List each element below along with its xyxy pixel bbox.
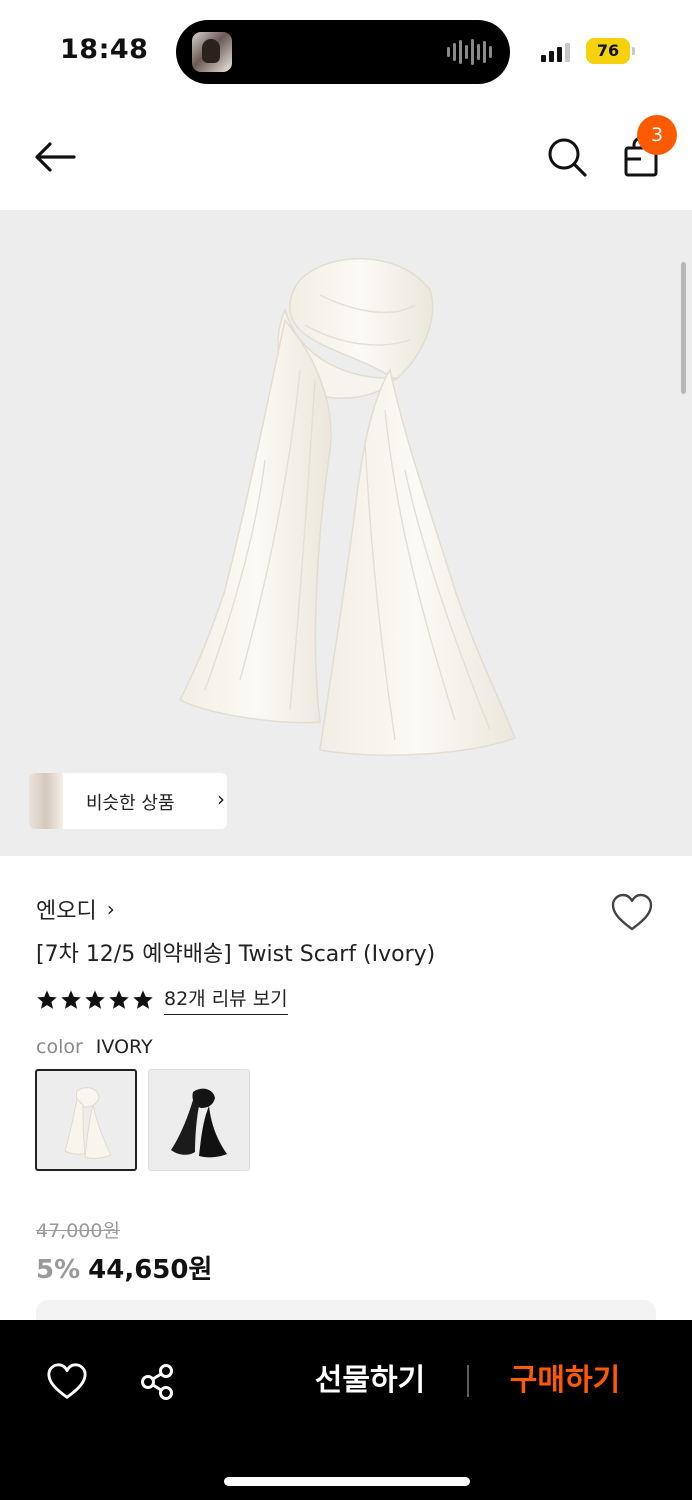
price-row: 5% 44,650원 (36, 1249, 212, 1286)
now-playing-avatar (192, 32, 232, 72)
search-icon (548, 138, 587, 177)
rating-row: 82개 리뷰 보기 (36, 984, 288, 1015)
cellular-signal-icon (541, 40, 570, 62)
share-button[interactable] (137, 1361, 179, 1403)
star-icon (109, 989, 129, 1009)
sale-price: 44,650원 (88, 1255, 213, 1285)
star-icon (61, 989, 81, 1009)
chevron-right-icon: › (106, 897, 115, 921)
status-bar: 18:48 76 (0, 0, 692, 104)
star-icon (133, 989, 153, 1009)
battery-indicator: 76 (586, 38, 635, 64)
rating-stars (36, 989, 154, 1011)
similar-products-button[interactable]: 비슷한 상품 › (29, 773, 227, 829)
color-selection-row: color IVORY (36, 1036, 153, 1058)
gift-button[interactable]: 선물하기 (300, 1350, 440, 1412)
star-icon (85, 989, 105, 1009)
bottom-wishlist-button[interactable] (46, 1362, 88, 1402)
share-icon (141, 1364, 173, 1400)
reviews-link[interactable]: 82개 리뷰 보기 (164, 984, 288, 1015)
selected-color-value: IVORY (95, 1036, 153, 1058)
back-button[interactable] (28, 134, 84, 180)
buy-button[interactable]: 구매하기 (495, 1350, 635, 1412)
arrow-left-icon (35, 142, 76, 172)
audio-waveform-icon (447, 38, 492, 66)
discount-rate: 5% (36, 1255, 81, 1285)
product-image-scarf (178, 257, 516, 756)
ivory-scarf-thumbnail (64, 1087, 112, 1159)
cart-count-badge: 3 (637, 115, 677, 155)
divider (467, 1365, 469, 1397)
color-label: color (36, 1036, 83, 1058)
black-scarf-thumbnail (171, 1088, 227, 1158)
status-time: 18:48 (60, 34, 149, 65)
brand-link[interactable]: 엔오디 › (36, 893, 115, 925)
top-nav-bar (0, 104, 692, 210)
original-price: 47,000원 (36, 1220, 120, 1242)
chevron-right-icon: › (217, 787, 225, 811)
home-indicator[interactable] (224, 1477, 470, 1486)
similar-product-thumbnail (29, 773, 63, 829)
color-swatch-black[interactable] (148, 1069, 250, 1171)
wishlist-button[interactable] (610, 893, 654, 933)
dynamic-island[interactable] (176, 20, 510, 84)
gallery-scrollbar[interactable] (681, 262, 686, 394)
color-swatch-ivory[interactable] (35, 1069, 137, 1171)
heart-icon (611, 893, 653, 931)
star-icon (37, 989, 57, 1009)
heart-icon (47, 1363, 87, 1399)
similar-products-label: 비슷한 상품 (86, 793, 175, 814)
bottom-action-bar: 선물하기 구매하기 (0, 1320, 692, 1500)
search-button[interactable] (544, 134, 590, 180)
product-title: [7차 12/5 예약배송] Twist Scarf (Ivory) (36, 942, 436, 967)
brand-name: 엔오디 (36, 899, 97, 924)
product-image-gallery[interactable]: 비슷한 상품 › (0, 210, 692, 856)
